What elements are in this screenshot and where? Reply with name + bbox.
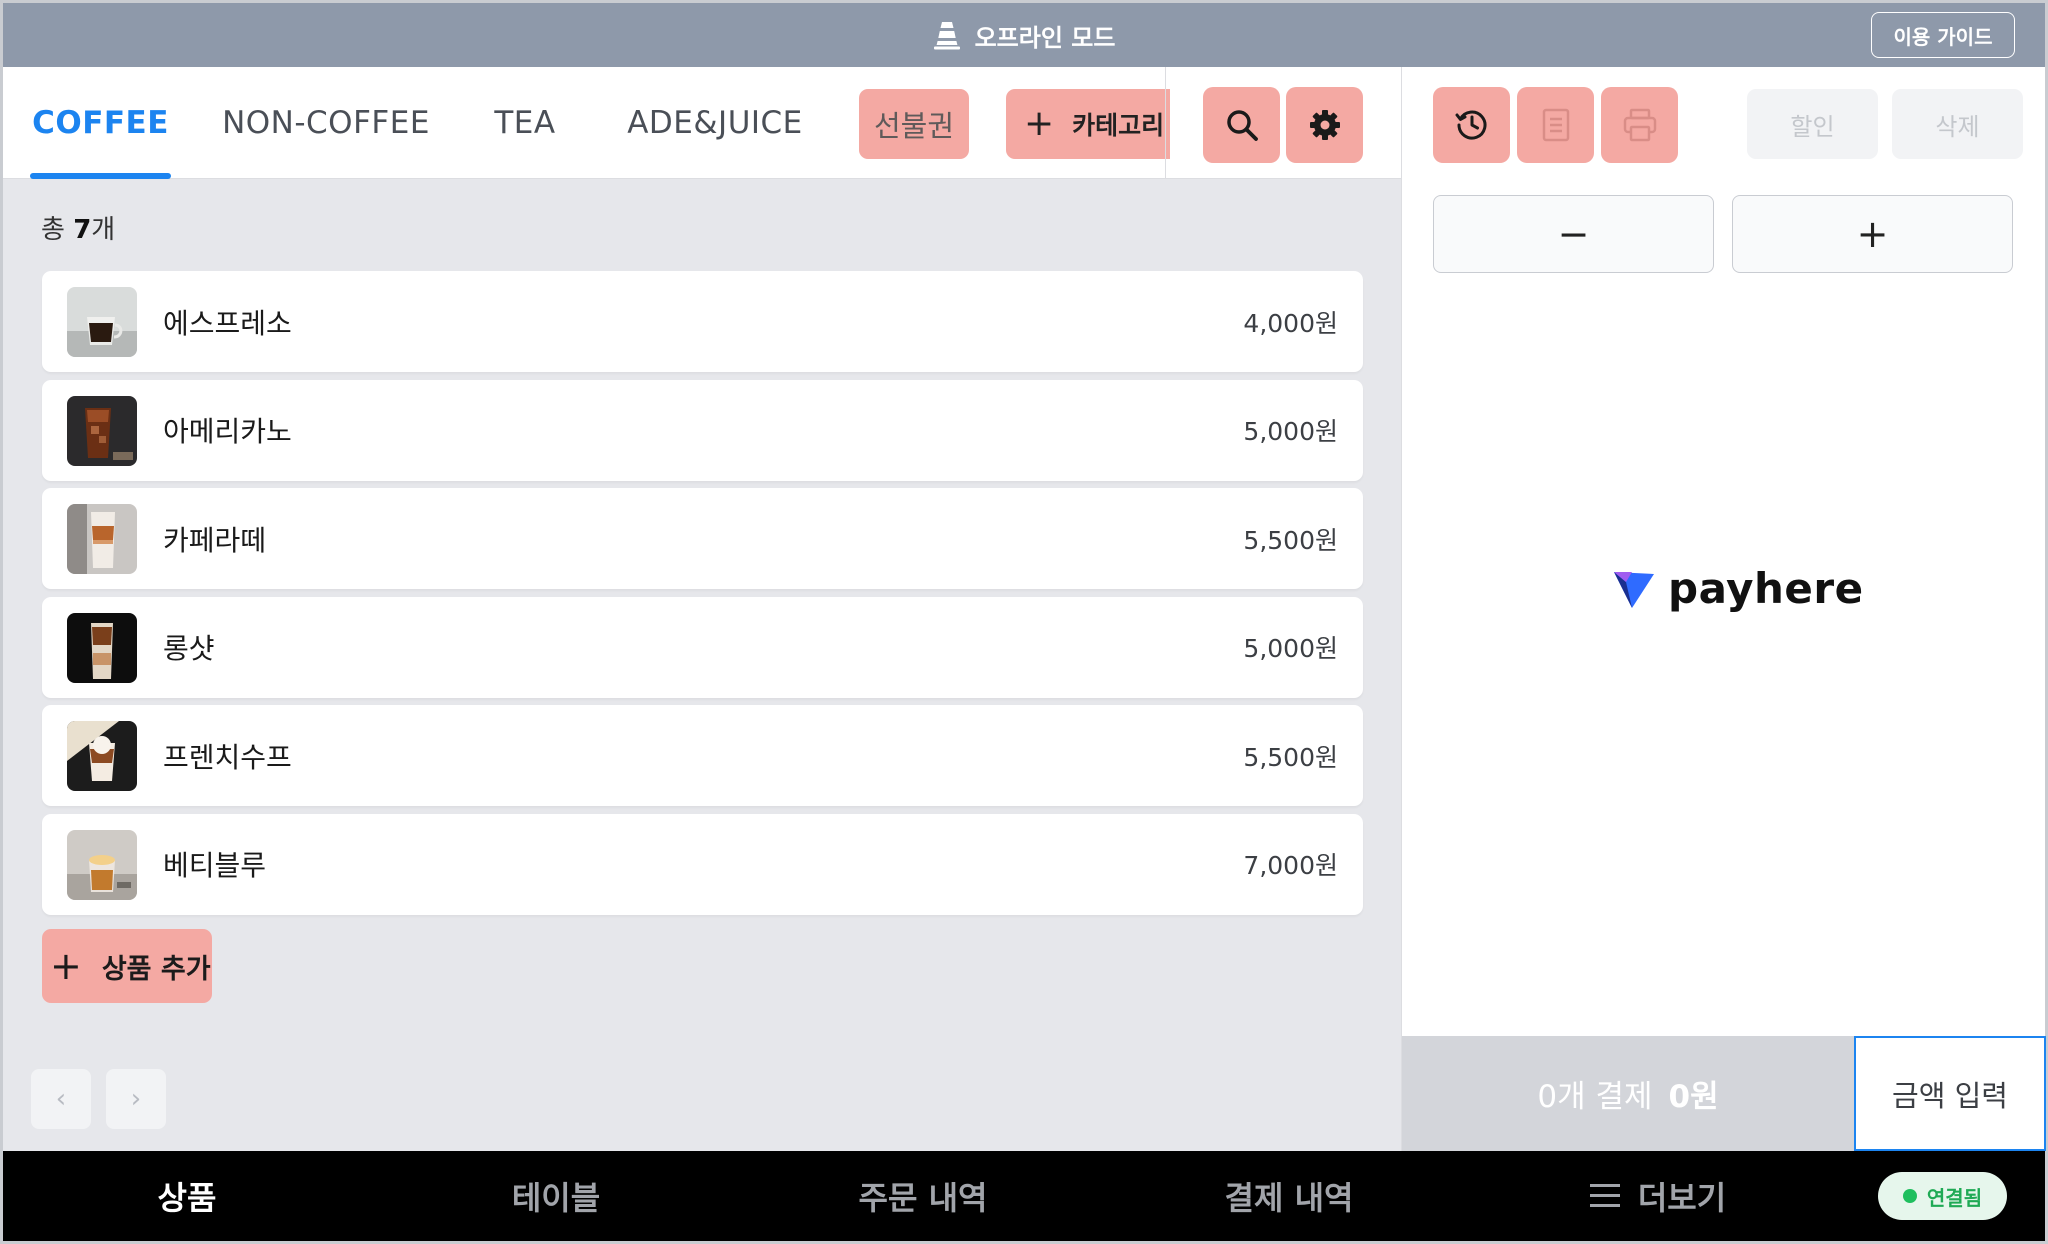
tab-divider [1165, 67, 1166, 179]
total-count-value: 7 [73, 215, 92, 245]
active-tab-indicator [30, 173, 171, 179]
printer-icon [1623, 108, 1656, 142]
status-dot-icon [1902, 1189, 1917, 1203]
product-row[interactable]: 에스프레소 4,000원 [42, 271, 1363, 372]
payhere-logo: payhere [1612, 560, 1864, 616]
tab-ade-juice[interactable]: ADE&JUICE [615, 67, 815, 179]
product-row[interactable]: 프렌치수프 5,500원 [42, 705, 1363, 806]
category-tab-bar: COFFEE NON-COFFEE TEA ADE&JUICE 선불권 + 카테… [3, 67, 1401, 179]
product-price: 5,500원 [1243, 525, 1338, 555]
bottom-navigation: 상품 테이블 주문 내역 결제 내역 더보기 연결됨 [3, 1151, 2045, 1241]
total-prefix: 총 [41, 215, 74, 245]
product-name: 아메리카노 [163, 415, 292, 448]
product-total-count: 총 7개 [41, 209, 115, 246]
add-product-button[interactable]: + 상품 추가 [42, 929, 212, 1003]
product-name: 에스프레소 [163, 306, 292, 340]
product-name: 롱샷 [163, 632, 215, 665]
quantity-plus-button[interactable]: + [1732, 195, 2013, 273]
user-guide-button[interactable]: 이용 가이드 [1871, 12, 2015, 58]
add-category-button[interactable]: + 카테고리 [1006, 89, 1170, 159]
espresso-thumbnail [67, 287, 137, 357]
settings-button[interactable] [1286, 87, 1363, 163]
offline-mode-label: 오프라인 모드 [974, 23, 1116, 52]
order-panel: 할인 삭제 − + payhere 0개 결제 0원 금액 입력 [1401, 67, 2046, 1151]
plus-icon: + [50, 944, 82, 988]
print-button[interactable] [1601, 87, 1678, 163]
total-suffix: 개 [91, 215, 116, 245]
french-soup-thumbnail [67, 721, 137, 791]
product-name: 카페라떼 [163, 523, 267, 557]
nav-tables[interactable]: 테이블 [463, 1151, 649, 1241]
product-name: 베티블루 [163, 849, 267, 882]
offline-mode-title: 오프라인 모드 [3, 3, 2045, 67]
payhere-logo-icon [1614, 572, 1654, 608]
nav-order-history[interactable]: 주문 내역 [823, 1151, 1023, 1241]
nav-more-label: 더보기 [1637, 1179, 1727, 1217]
order-history-button[interactable] [1433, 87, 1510, 163]
product-price: 5,000원 [1243, 417, 1338, 446]
prepaid-voucher-button[interactable]: 선불권 [859, 89, 969, 159]
delete-button[interactable]: 삭제 [1892, 89, 2023, 159]
tab-tea[interactable]: TEA [478, 67, 572, 179]
next-page-button[interactable]: › [106, 1069, 166, 1129]
nav-more[interactable]: 더보기 [1553, 1151, 1763, 1241]
search-icon [1226, 110, 1258, 141]
pay-amount: 0원 [1668, 1079, 1719, 1115]
receipt-icon [1542, 108, 1569, 142]
plus-icon: + [1024, 103, 1055, 144]
add-product-label: 상품 추가 [101, 953, 211, 985]
product-panel: COFFEE NON-COFFEE TEA ADE&JUICE 선불권 + 카테… [3, 67, 1401, 1151]
americano-thumbnail [67, 395, 137, 466]
amount-input-button[interactable]: 금액 입력 [1854, 1036, 2046, 1151]
traffic-cone-icon [933, 22, 960, 50]
connection-status-badge: 연결됨 [1878, 1172, 2007, 1220]
pay-count-label: 0개 결제 [1537, 1079, 1653, 1115]
quantity-minus-button[interactable]: − [1433, 195, 1714, 273]
betty-blue-thumbnail [67, 829, 137, 900]
chevron-right-icon: › [130, 1084, 142, 1114]
payhere-logo-text: payhere [1668, 563, 1864, 613]
product-list: 에스프레소 4,000원 아메리카노 5,000원 카페라떼 5,500원 롱샷… [42, 271, 1363, 922]
previous-page-button[interactable]: ‹ [31, 1069, 91, 1129]
discount-button[interactable]: 할인 [1747, 89, 1878, 159]
long-shot-thumbnail [67, 612, 137, 683]
product-row[interactable]: 롱샷 5,000원 [42, 596, 1363, 698]
pay-button[interactable]: 0개 결제 0원 [1402, 1036, 1854, 1151]
add-category-label: 카테고리 [1072, 111, 1165, 140]
tab-non-coffee[interactable]: NON-COFFEE [209, 67, 443, 179]
history-icon [1455, 110, 1486, 140]
product-price: 4,000원 [1243, 308, 1338, 338]
product-row[interactable]: 아메리카노 5,000원 [42, 379, 1363, 481]
product-price: 5,500원 [1243, 742, 1338, 772]
cafe-latte-thumbnail [67, 504, 137, 574]
product-price: 7,000원 [1243, 851, 1338, 880]
product-name: 프렌치수프 [163, 740, 292, 774]
search-button[interactable] [1203, 87, 1280, 163]
hamburger-menu-icon [1589, 1184, 1620, 1208]
gear-icon [1309, 110, 1340, 140]
offline-mode-bar: 오프라인 모드 이용 가이드 [3, 3, 2045, 67]
chevron-left-icon: ‹ [55, 1084, 67, 1114]
product-row[interactable]: 카페라떼 5,500원 [42, 488, 1363, 589]
tab-coffee[interactable]: COFFEE [30, 67, 171, 179]
connection-status-label: 연결됨 [1926, 1185, 1983, 1210]
product-price: 5,000원 [1243, 634, 1338, 663]
nav-payment-history[interactable]: 결제 내역 [1189, 1151, 1389, 1241]
product-row[interactable]: 베티블루 7,000원 [42, 813, 1363, 915]
receipt-button[interactable] [1517, 87, 1594, 163]
nav-products[interactable]: 상품 [103, 1151, 271, 1241]
